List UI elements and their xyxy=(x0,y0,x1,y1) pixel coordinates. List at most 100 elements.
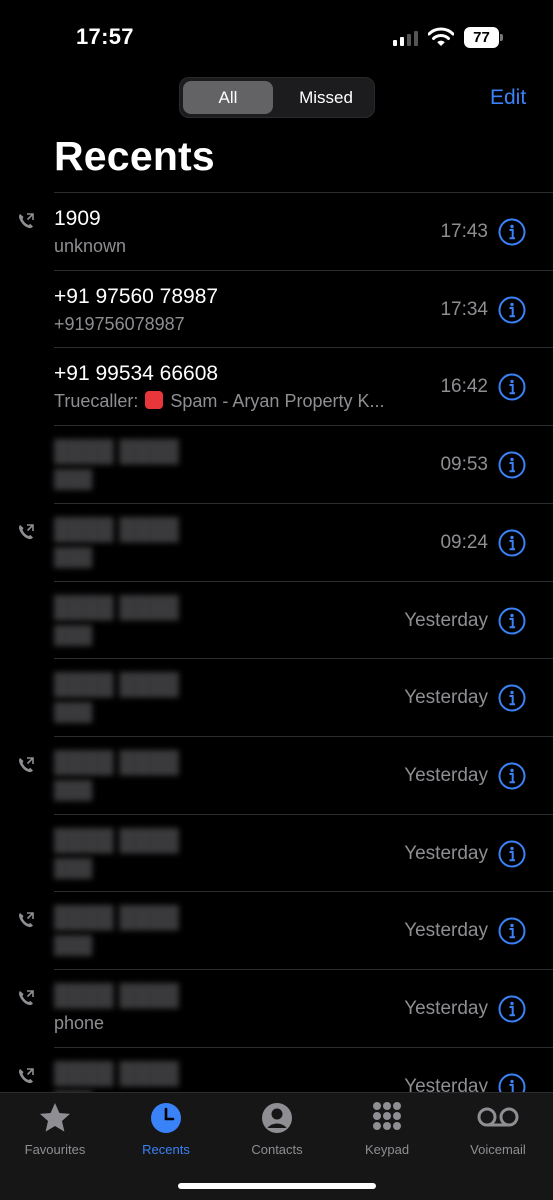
call-row[interactable]: ████ ████ ███ Yesterday xyxy=(0,891,553,969)
tab-label: Contacts xyxy=(251,1142,303,1157)
person-icon xyxy=(262,1103,292,1133)
clock-icon xyxy=(151,1103,181,1133)
call-time: Yesterday xyxy=(404,764,488,786)
caller-detail: unknown xyxy=(54,236,127,256)
tab-favourites[interactable]: Favourites xyxy=(0,1101,110,1157)
caller-detail: ███ xyxy=(54,935,93,956)
info-icon[interactable] xyxy=(498,917,526,945)
call-time: Yesterday xyxy=(404,998,488,1019)
info-icon[interactable] xyxy=(498,1073,526,1092)
keypad-icon xyxy=(373,1102,401,1130)
caller-detail: ███ xyxy=(54,624,93,645)
call-row[interactable]: ████ ████ ███ Yesterday xyxy=(0,658,553,736)
edit-button[interactable]: Edit xyxy=(490,86,526,110)
call-row[interactable]: ████ ████ ███ 09:53 xyxy=(0,425,553,503)
call-time: 09:53 xyxy=(440,454,488,476)
star-icon xyxy=(40,1103,70,1132)
segment-all[interactable]: All xyxy=(183,81,273,114)
row-divider xyxy=(54,969,553,970)
row-divider xyxy=(54,658,553,660)
caller-detail: +919756078987 xyxy=(54,313,185,334)
call-row[interactable]: +91 99534 66608 Truecaller: Spam - Aryan … xyxy=(0,347,553,425)
row-divider xyxy=(54,269,553,271)
info-icon[interactable] xyxy=(498,607,526,635)
row-divider xyxy=(54,891,553,893)
caller-name: +91 97560 78987 xyxy=(54,284,219,308)
info-icon[interactable] xyxy=(498,684,526,712)
caller-detail: ███ xyxy=(54,779,93,800)
call-time: Yesterday xyxy=(404,609,488,631)
info-icon[interactable] xyxy=(498,529,526,557)
call-row[interactable]: ████ ███████Yesterday xyxy=(0,1046,553,1092)
row-divider xyxy=(54,735,553,737)
caller-detail: ███ xyxy=(54,702,93,723)
info-icon[interactable] xyxy=(498,995,526,1023)
call-row[interactable]: ████ ████ phone Yesterday xyxy=(0,969,553,1047)
caller-detail: ███ xyxy=(54,469,93,490)
tab-voicemail[interactable]: Voicemail xyxy=(443,1101,553,1157)
page-title: Recents xyxy=(54,133,215,179)
call-time: Yesterday xyxy=(404,920,488,942)
info-icon[interactable] xyxy=(498,296,526,324)
outgoing-call-icon xyxy=(19,757,34,773)
caller-name: ████ ████ xyxy=(54,595,179,619)
call-time: Yesterday xyxy=(404,687,488,709)
caller-name: +91 99534 66608 xyxy=(54,362,219,386)
tab-keypad[interactable]: Keypad xyxy=(332,1101,442,1157)
call-time: Yesterday xyxy=(404,1075,488,1092)
row-divider xyxy=(54,813,553,815)
call-time: 17:34 xyxy=(440,298,488,320)
outgoing-call-icon xyxy=(19,912,34,928)
caller-name: 1909 xyxy=(54,207,101,230)
row-divider xyxy=(54,192,553,193)
info-icon[interactable] xyxy=(498,218,526,246)
segment-missed[interactable]: Missed xyxy=(281,81,371,114)
caller-detail: phone xyxy=(54,1013,105,1033)
battery-icon: 77 xyxy=(464,27,503,48)
row-divider xyxy=(54,502,553,504)
caller-detail: ███ xyxy=(54,857,93,878)
caller-name: ████ ████ xyxy=(54,984,179,1007)
outgoing-call-icon xyxy=(19,213,34,229)
call-time: Yesterday xyxy=(404,842,488,864)
tab-label: Favourites xyxy=(24,1142,86,1157)
info-icon[interactable] xyxy=(498,762,526,790)
info-icon[interactable] xyxy=(498,451,526,479)
call-row[interactable]: +91 97560 78987 +919756078987 17:34 xyxy=(0,269,553,348)
tab-label: Recents xyxy=(142,1142,190,1157)
truecaller-label: Truecaller: xyxy=(54,391,139,412)
caller-name: ████ ████ xyxy=(54,440,179,464)
row-divider xyxy=(54,425,553,427)
info-icon[interactable] xyxy=(498,840,526,868)
status-bar: 17:57 77 xyxy=(0,0,553,70)
recents-list: 1909 unknown 17:43 +91 97560 78987 +91975607… xyxy=(0,192,553,1092)
battery-level: 77 xyxy=(464,27,499,48)
tab-recents[interactable]: Recents xyxy=(111,1101,221,1157)
caller-name: ████ ████ xyxy=(54,673,179,697)
call-time: 17:43 xyxy=(440,221,488,242)
call-row[interactable]: ████ ████ ███ Yesterday xyxy=(0,580,553,659)
info-icon[interactable] xyxy=(498,373,526,401)
outgoing-call-icon xyxy=(19,1067,34,1083)
row-divider xyxy=(54,1046,553,1048)
tab-label: Voicemail xyxy=(470,1142,526,1157)
tab-label: Keypad xyxy=(364,1142,410,1157)
voicemail-icon xyxy=(477,1107,519,1127)
call-row[interactable]: 1909 unknown 17:43 xyxy=(0,192,553,270)
row-divider xyxy=(54,580,553,582)
caller-name: ████ ████ xyxy=(54,906,179,930)
tab-contacts[interactable]: Contacts xyxy=(222,1101,332,1157)
call-row[interactable]: ████ ████ ███ Yesterday xyxy=(0,813,553,892)
call-time: 16:42 xyxy=(440,376,488,398)
spam-label: Spam - Aryan Property K... xyxy=(170,391,385,412)
row-divider xyxy=(54,347,553,349)
cellular-signal-icon xyxy=(393,30,418,46)
call-row[interactable]: ████ ████ ███ 09:24 xyxy=(0,502,553,581)
caller-name: ████ ████ xyxy=(54,828,179,852)
call-row[interactable]: ████ ████ ███ Yesterday xyxy=(0,735,553,814)
filter-segmented-control: All Missed xyxy=(179,77,375,118)
call-time: 09:24 xyxy=(440,531,488,553)
caller-name: ████ ████ xyxy=(54,750,179,774)
caller-detail: Truecaller: Spam - Aryan Property K... xyxy=(54,391,420,412)
caller-name: ████ ████ xyxy=(54,517,179,541)
